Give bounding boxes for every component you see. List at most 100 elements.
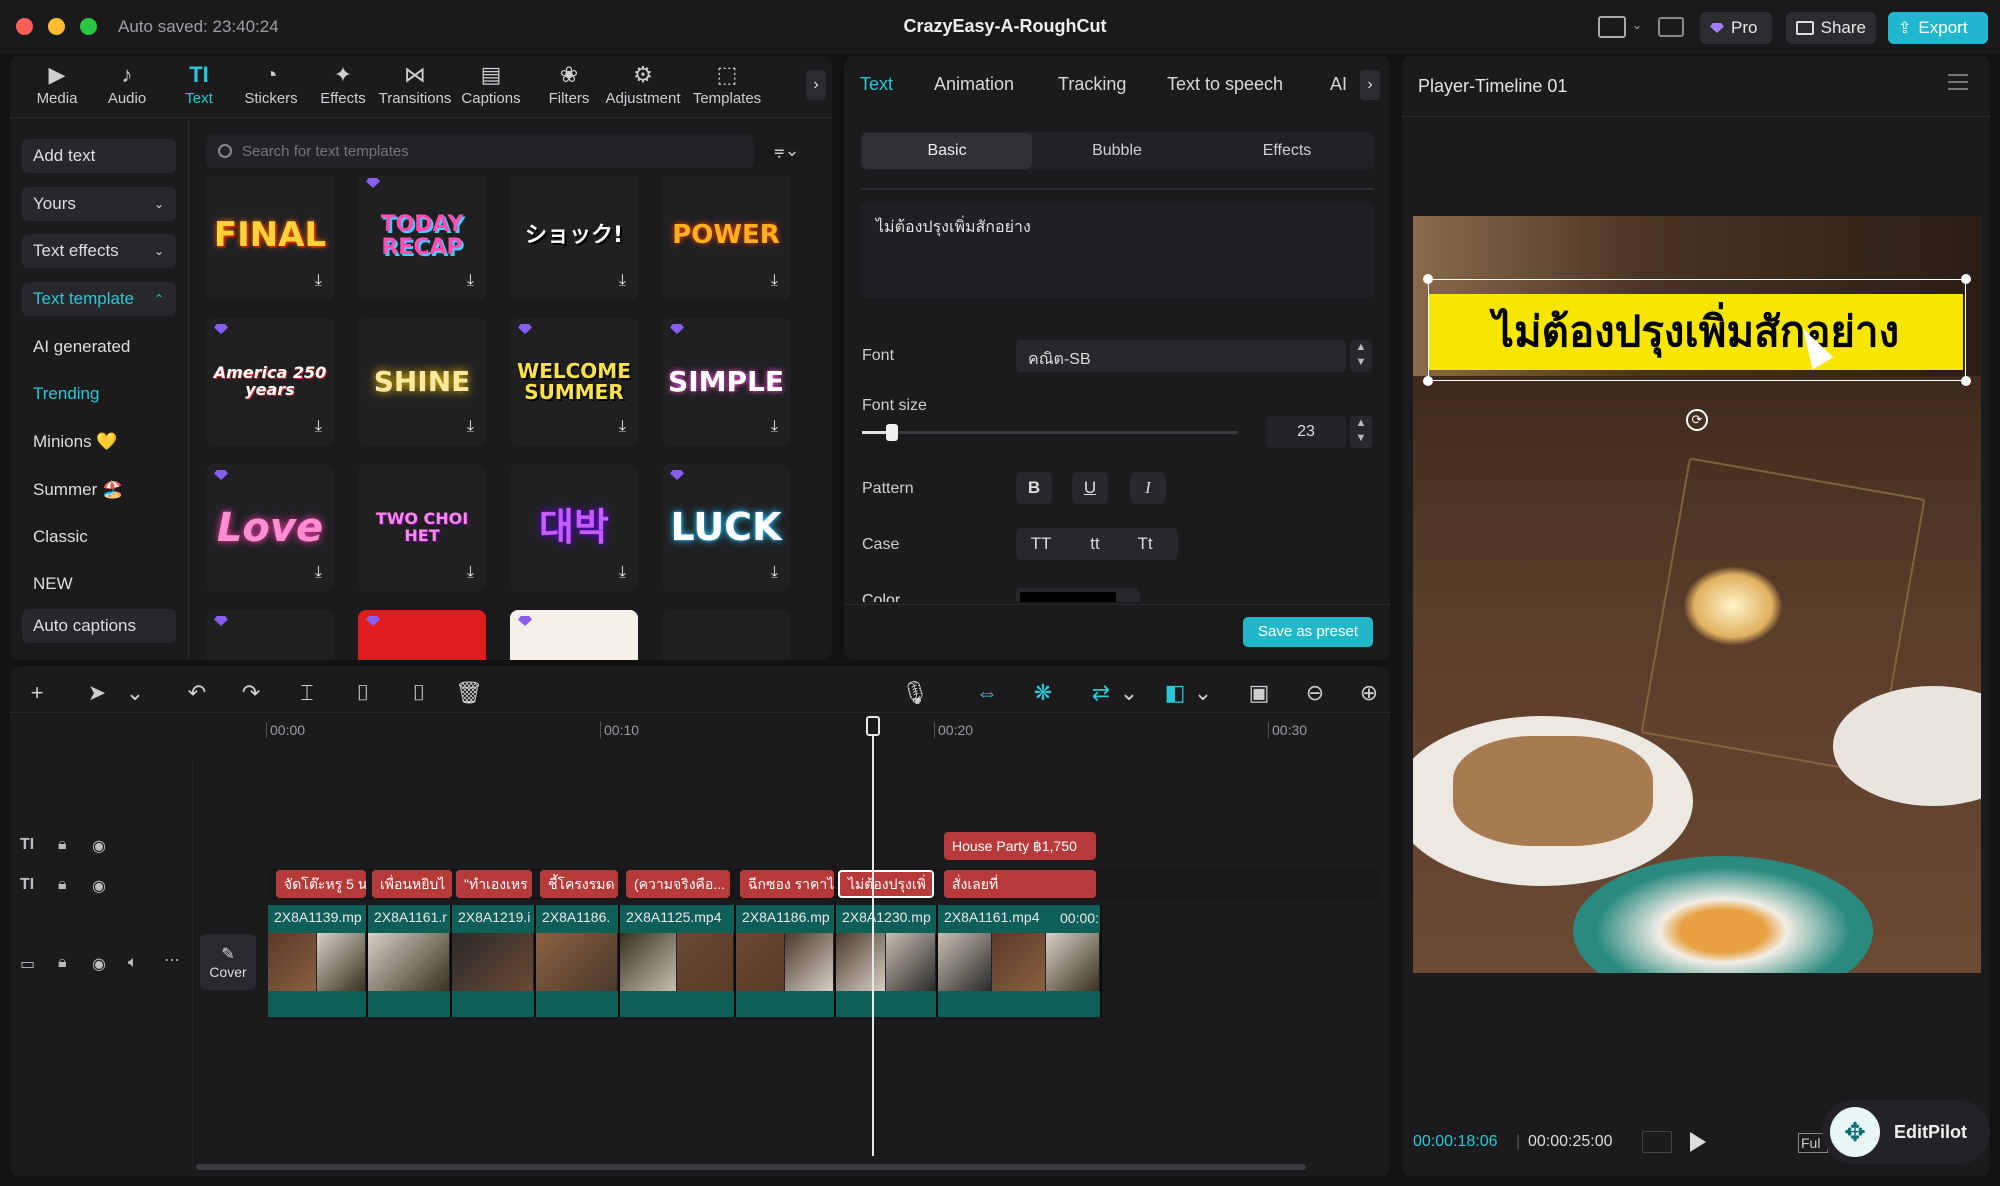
font-stepper[interactable]: ▲ ▼ — [1350, 340, 1372, 372]
split-left-icon[interactable]: ⌷ — [348, 678, 378, 708]
text-clip[interactable]: (ความจริงคือ... — [626, 870, 730, 898]
template-tile[interactable]: SIMPLE ⤓ — [662, 318, 790, 446]
playhead[interactable] — [872, 716, 874, 1156]
download-icon[interactable]: ⤓ — [467, 564, 474, 582]
tool-stickers[interactable]: ◔ Stickers — [238, 60, 304, 120]
screen-icon[interactable]: ▣ — [1244, 678, 1274, 708]
template-tile[interactable]: TWO CHOI HET ⤓ — [358, 464, 486, 592]
video-clip[interactable]: 2X8A1186. — [536, 905, 620, 1017]
lock-icon[interactable]: 🔒︎ — [58, 876, 67, 894]
close-window-button[interactable] — [16, 18, 33, 35]
house-party-clip[interactable]: House Party ฿1,750 — [944, 832, 1096, 860]
tab-text-to-speech[interactable]: Text to speech — [1167, 74, 1283, 95]
chevron-down-icon[interactable]: ⌄ — [1188, 678, 1218, 708]
editpilot-button[interactable]: ✥ EditPilot — [1822, 1100, 1990, 1164]
download-icon[interactable]: ⤓ — [771, 272, 778, 290]
split-right-icon[interactable]: ⌷ — [404, 678, 434, 708]
font-size-stepper[interactable]: ▲ ▼ — [1350, 416, 1372, 448]
link-icon[interactable]: ⇔ — [972, 678, 1002, 708]
time-ruler[interactable]: 00:00 00:10 00:20 00:30 — [194, 716, 1390, 744]
filter-icon[interactable]: ⩦⌄ — [774, 140, 800, 161]
tool-adjustment[interactable]: ⚙ Adjustment — [605, 60, 680, 120]
tool-text[interactable]: TI Text — [166, 60, 232, 120]
video-clip[interactable]: 2X8A1219.i — [452, 905, 536, 1017]
tool-captions[interactable]: ▤ Captions — [458, 60, 524, 120]
segment-effects[interactable]: Effects — [1202, 133, 1372, 169]
horizontal-scrollbar[interactable] — [196, 1164, 1306, 1170]
text-clip[interactable]: ฉีกซอง ราคาไ — [740, 870, 834, 898]
redo-icon[interactable]: ↷ — [236, 678, 266, 708]
text-content-field[interactable]: ไม่ต้องปรุงเพิ่มสักอย่าง — [860, 203, 1374, 298]
text-clip[interactable]: "ทำเองเหร — [456, 870, 532, 898]
resize-handle[interactable] — [1423, 376, 1433, 386]
download-icon[interactable]: ⤓ — [467, 272, 474, 290]
font-size-slider-handle[interactable] — [886, 424, 899, 441]
video-clip[interactable]: 2X8A1139.mp — [268, 905, 368, 1017]
shortcut-icon[interactable] — [1658, 17, 1684, 37]
category-yours[interactable]: Yours ⌄ — [22, 187, 176, 221]
template-tile[interactable]: 대박 ⤓ — [510, 464, 638, 592]
category-ai-generated[interactable]: AI generated — [22, 330, 176, 364]
template-tile[interactable]: Love ⤓ — [206, 464, 334, 592]
eye-icon[interactable]: ◉ — [92, 876, 106, 896]
tool-transitions[interactable]: ⋈ Transitions — [379, 60, 452, 120]
magnet-icon[interactable]: ❋ — [1028, 678, 1058, 708]
video-clip[interactable]: 2X8A1125.mp4 — [620, 905, 736, 1017]
download-icon[interactable]: ⤓ — [619, 418, 626, 436]
color-picker[interactable] — [1016, 588, 1140, 602]
split-icon[interactable]: ⌶ — [292, 678, 322, 708]
video-clip[interactable]: 2X8A1161.r — [368, 905, 452, 1017]
font-size-slider[interactable] — [862, 424, 1238, 441]
text-clip[interactable]: จัดโต๊ะหรู 5 น — [276, 870, 366, 898]
resize-handle[interactable] — [1423, 274, 1433, 284]
category-text-template[interactable]: Text template ⌃ — [22, 282, 176, 316]
eye-icon[interactable]: ◉ — [92, 954, 106, 974]
volume-icon[interactable]: 🔈︎ — [128, 954, 138, 972]
case-lowercase-button[interactable]: tt — [1074, 528, 1116, 560]
download-icon[interactable]: ⤓ — [771, 418, 778, 436]
tab-ai[interactable]: AI — [1330, 74, 1347, 95]
template-tile[interactable]: America 250 years ⤓ — [206, 318, 334, 446]
download-icon[interactable]: ⤓ — [315, 564, 322, 582]
tool-filters[interactable]: ❀ Filters — [536, 60, 602, 120]
delete-icon[interactable]: 🗑︎ — [454, 678, 484, 708]
template-tile[interactable]: SHINE ⤓ — [358, 318, 486, 446]
lock-icon[interactable]: 🔒︎ — [58, 954, 67, 972]
category-trending[interactable]: Trending — [22, 377, 176, 411]
toolbar-scroll-right-button[interactable]: › — [806, 70, 826, 100]
playhead-handle[interactable] — [866, 716, 880, 736]
eye-icon[interactable]: ◉ — [92, 836, 106, 856]
minimize-window-button[interactable] — [48, 18, 65, 35]
play-icon[interactable] — [1690, 1132, 1706, 1152]
font-size-input[interactable]: 23 — [1266, 416, 1346, 448]
italic-button[interactable]: I — [1130, 472, 1166, 504]
layout-icon[interactable] — [1598, 16, 1626, 38]
segment-bubble[interactable]: Bubble — [1032, 133, 1202, 169]
template-tile[interactable]: FINAL ⤓ — [206, 176, 334, 300]
zoom-out-icon[interactable]: ⊖ — [1300, 678, 1330, 708]
tabs-scroll-right-button[interactable]: › — [1360, 70, 1380, 100]
share-button[interactable]: Share — [1786, 12, 1876, 44]
category-text-effects[interactable]: Text effects ⌄ — [22, 234, 176, 268]
template-tile[interactable]: TODAY RECAP ⤓ — [358, 176, 486, 300]
download-icon[interactable]: ⤓ — [315, 272, 322, 290]
template-tile[interactable]: WELCOME SUMMER ⤓ — [510, 318, 638, 446]
auto-captions-button[interactable]: Auto captions — [22, 609, 176, 643]
template-tile[interactable]: ショック! ⤓ — [510, 176, 638, 300]
bold-button[interactable]: B — [1016, 472, 1052, 504]
zoom-in-icon[interactable]: ⊕ — [1354, 678, 1384, 708]
tool-audio[interactable]: ♪ Audio — [94, 60, 160, 120]
add-icon[interactable]: + — [22, 678, 52, 708]
search-input[interactable] — [242, 142, 722, 160]
more-icon[interactable]: ⋯ — [164, 950, 180, 970]
template-tile[interactable]: A Day In — [510, 610, 638, 660]
tab-animation[interactable]: Animation — [934, 74, 1014, 95]
video-clip[interactable]: 2X8A1186.mp — [736, 905, 836, 1017]
video-clip[interactable]: 2X8A1230.mp — [836, 905, 938, 1017]
menu-icon[interactable] — [1948, 74, 1968, 90]
download-icon[interactable]: ⤓ — [771, 564, 778, 582]
case-uppercase-button[interactable]: TT — [1020, 528, 1062, 560]
download-icon[interactable]: ⤓ — [467, 418, 474, 436]
tab-tracking[interactable]: Tracking — [1058, 74, 1126, 95]
rotate-icon[interactable]: ⟳ — [1686, 409, 1708, 431]
